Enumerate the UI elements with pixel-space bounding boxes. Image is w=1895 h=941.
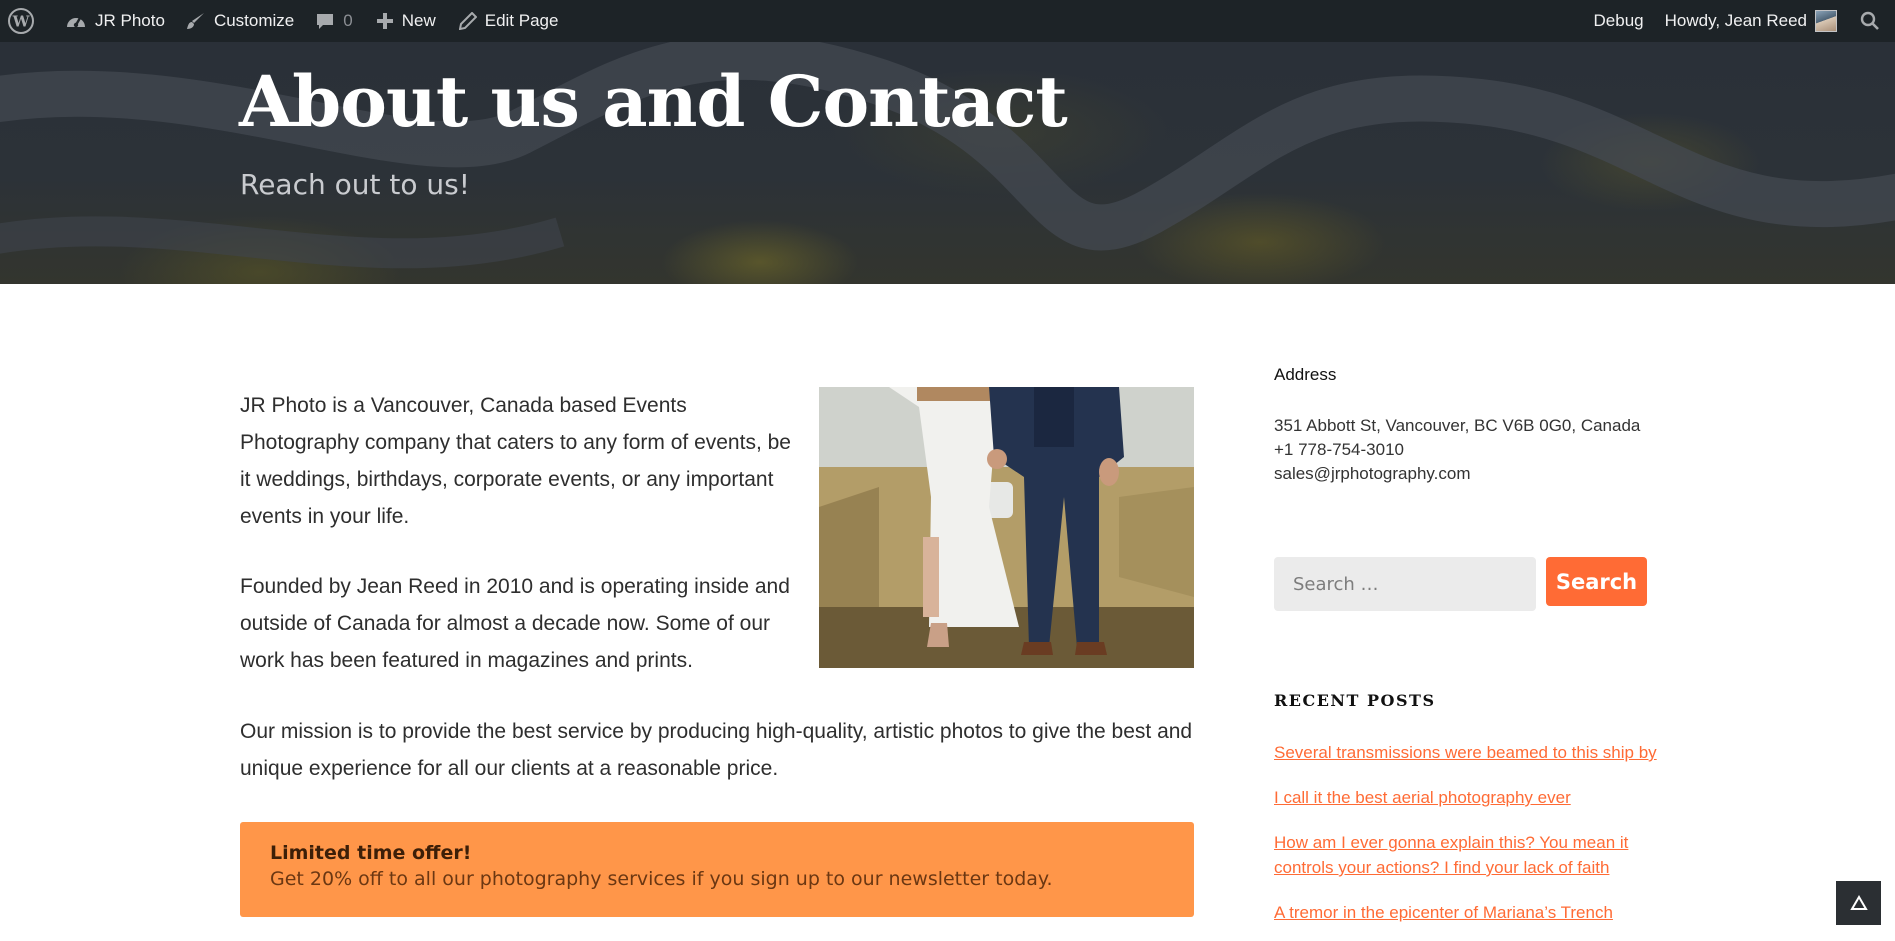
admin-bar: W JR Photo Customize 0 New Edit Page Deb…: [0, 0, 1895, 42]
admin-search-button[interactable]: [1846, 0, 1889, 42]
phone-number: +1 778-754-3010: [1274, 440, 1404, 459]
wordpress-menu[interactable]: W: [0, 0, 43, 42]
list-item: I call it the best aerial photography ev…: [1274, 785, 1669, 810]
search-icon: [1860, 11, 1879, 30]
recent-post-link[interactable]: A tremor in the epicenter of Mariana’s T…: [1274, 903, 1613, 922]
history-paragraph: Founded by Jean Reed in 2010 and is oper…: [240, 575, 790, 672]
page-tagline: Reach out to us!: [240, 168, 470, 201]
comment-icon: [317, 14, 334, 29]
email-address: sales@jrphotography.com: [1274, 464, 1471, 483]
offer-title: Limited time offer!: [270, 842, 472, 864]
debug-menu[interactable]: Debug: [1585, 0, 1653, 42]
comments-count: 0: [343, 11, 353, 30]
dashboard-icon: [67, 17, 85, 28]
hero-banner: About us and Contact Reach out to us!: [0, 42, 1895, 284]
site-name-label: JR Photo: [95, 11, 165, 30]
new-label: New: [401, 11, 436, 30]
recent-posts-list: Several transmissions were beamed to thi…: [1274, 740, 1669, 941]
offer-banner: Limited time offer! Get 20% off to all o…: [240, 822, 1194, 917]
edit-page-menu[interactable]: Edit Page: [445, 0, 568, 42]
page-title: About us and Contact: [239, 60, 1068, 143]
admin-bar-right: Debug Howdy, Jean Reed: [1585, 0, 1895, 42]
plus-icon: [376, 13, 393, 29]
address-block: 351 Abbott St, Vancouver, BC V6B 0G0, Ca…: [1274, 414, 1640, 486]
comments-menu[interactable]: 0: [303, 0, 361, 42]
howdy-label: Howdy, Jean Reed: [1664, 11, 1807, 30]
scroll-to-top-button[interactable]: [1836, 881, 1881, 925]
address-heading: Address: [1274, 365, 1337, 384]
recent-post-link[interactable]: How am I ever gonna explain this? You me…: [1274, 833, 1628, 877]
sidebar-search-input[interactable]: [1274, 557, 1536, 611]
debug-label: Debug: [1593, 11, 1644, 30]
list-item: How am I ever gonna explain this? You me…: [1274, 830, 1669, 880]
recent-posts-heading: RECENT POSTS: [1274, 691, 1436, 710]
arrow-up-icon: [1849, 895, 1868, 910]
new-content-menu[interactable]: New: [362, 0, 445, 42]
address-line: 351 Abbott St, Vancouver, BC V6B 0G0, Ca…: [1274, 416, 1641, 435]
intro-paragraph: JR Photo is a Vancouver, Canada based Ev…: [240, 394, 791, 528]
brush-icon: [186, 13, 204, 29]
wedding-couple-photo: [819, 387, 1194, 668]
list-item: A tremor in the epicenter of Mariana’s T…: [1274, 900, 1669, 925]
pencil-icon: [458, 12, 477, 30]
offer-text: Get 20% off to all our photography servi…: [270, 868, 1053, 890]
svg-text:W: W: [12, 13, 31, 31]
mission-paragraph: Our mission is to provide the best servi…: [240, 720, 1193, 780]
avatar: [1815, 10, 1837, 32]
recent-post-link[interactable]: I call it the best aerial photography ev…: [1274, 788, 1571, 807]
customize-menu[interactable]: Customize: [174, 0, 303, 42]
wordpress-icon: W: [8, 8, 34, 34]
recent-post-link[interactable]: Several transmissions were beamed to thi…: [1274, 743, 1657, 762]
site-name-menu[interactable]: JR Photo: [43, 0, 174, 42]
list-item: Several transmissions were beamed to thi…: [1274, 740, 1669, 765]
admin-bar-left: W JR Photo Customize 0 New Edit Page: [0, 0, 567, 42]
customize-label: Customize: [213, 11, 295, 30]
edit-page-label: Edit Page: [484, 11, 559, 30]
wedding-photo-illustration: [819, 387, 1194, 668]
account-menu[interactable]: Howdy, Jean Reed: [1653, 0, 1846, 42]
sidebar-search-button[interactable]: Search: [1546, 557, 1647, 606]
